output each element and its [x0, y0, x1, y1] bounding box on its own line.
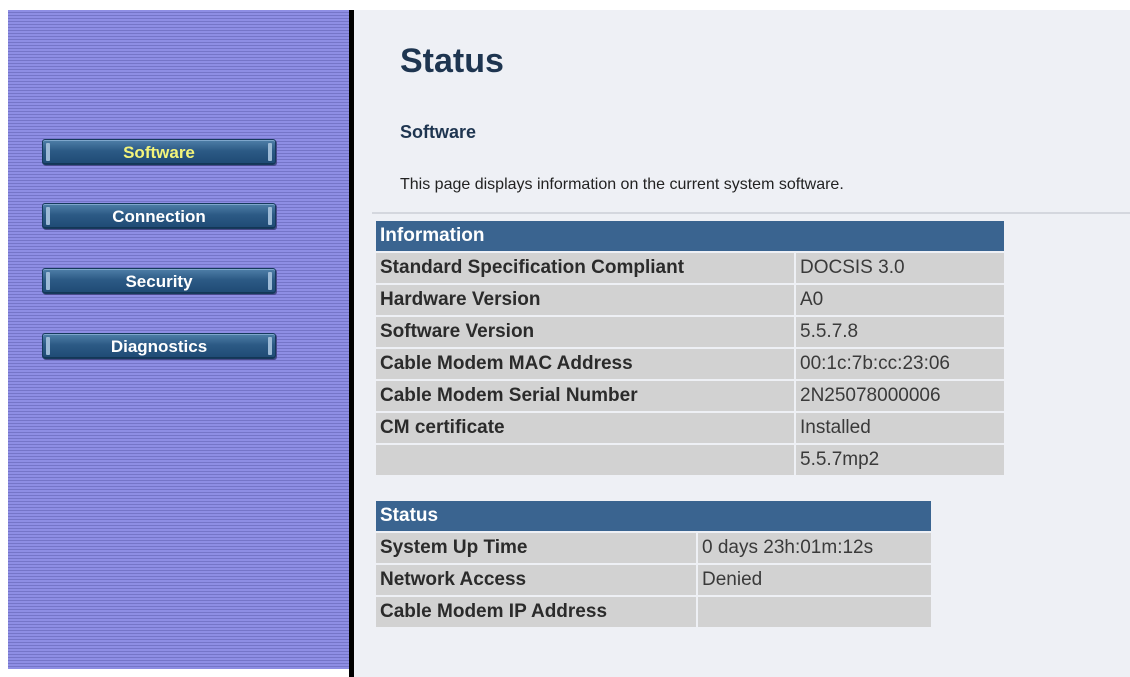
status-table: Status System Up Time 0 days 23h:01m:12s…: [374, 499, 933, 629]
row-label: Software Version: [376, 317, 794, 347]
row-value: [698, 597, 931, 627]
row-value: DOCSIS 3.0: [796, 253, 1004, 283]
button-cap-left: [46, 272, 50, 290]
table-row: Software Version 5.5.7.8: [376, 317, 1004, 347]
button-cap-right: [268, 337, 272, 355]
row-value: Installed: [796, 413, 1004, 443]
page-title: Status: [400, 42, 504, 80]
button-cap-left: [46, 143, 50, 161]
nav-button-diagnostics[interactable]: Diagnostics: [42, 333, 276, 359]
button-cap-right: [268, 143, 272, 161]
table-row: Hardware Version A0: [376, 285, 1004, 315]
button-cap-right: [268, 272, 272, 290]
table-row: CM certificate Installed: [376, 413, 1004, 443]
row-value: 2N25078000006: [796, 381, 1004, 411]
nav-button-software[interactable]: Software: [42, 139, 276, 165]
table-row: Cable Modem Serial Number 2N25078000006: [376, 381, 1004, 411]
button-cap-left: [46, 207, 50, 225]
table-header: Status: [376, 501, 931, 531]
row-label: [376, 445, 794, 475]
row-label: CM certificate: [376, 413, 794, 443]
section-title: Software: [400, 122, 477, 142]
main-content: Status Software This page displays infor…: [354, 10, 1130, 677]
row-value: 00:1c:7b:cc:23:06: [796, 349, 1004, 379]
row-label: Network Access: [376, 565, 696, 595]
row-label: System Up Time: [376, 533, 696, 563]
table-row: Cable Modem IP Address: [376, 597, 931, 627]
row-value: 5.5.7mp2: [796, 445, 1004, 475]
button-cap-right: [268, 207, 272, 225]
table-row: Standard Specification Compliant DOCSIS …: [376, 253, 1004, 283]
button-cap-left: [46, 337, 50, 355]
nav-button-label: Diagnostics: [110, 337, 208, 356]
table-header-row: Status: [376, 501, 931, 531]
row-value: 5.5.7.8: [796, 317, 1004, 347]
row-label: Cable Modem MAC Address: [376, 349, 794, 379]
row-value: Denied: [698, 565, 931, 595]
row-label: Standard Specification Compliant: [376, 253, 794, 283]
table-header: Information: [376, 221, 1004, 251]
nav-button-security[interactable]: Security: [42, 268, 276, 294]
row-label: Hardware Version: [376, 285, 794, 315]
nav-button-label: Connection: [112, 207, 206, 226]
sidebar: Software Connection Security Diagnostics: [8, 10, 349, 669]
row-value: 0 days 23h:01m:12s: [698, 533, 931, 563]
table-row: System Up Time 0 days 23h:01m:12s: [376, 533, 931, 563]
table-row: Cable Modem MAC Address 00:1c:7b:cc:23:0…: [376, 349, 1004, 379]
nav-button-connection[interactable]: Connection: [42, 203, 276, 229]
table-row: 5.5.7mp2: [376, 445, 1004, 475]
row-value: A0: [796, 285, 1004, 315]
page-description: This page displays information on the cu…: [400, 176, 844, 193]
table-header-row: Information: [376, 221, 1004, 251]
table-row: Network Access Denied: [376, 565, 931, 595]
nav-button-label: Security: [125, 272, 193, 291]
row-label: Cable Modem IP Address: [376, 597, 696, 627]
row-label: Cable Modem Serial Number: [376, 381, 794, 411]
nav-button-label: Software: [123, 143, 195, 162]
information-table: Information Standard Specification Compl…: [374, 219, 1006, 477]
divider: [372, 212, 1130, 214]
